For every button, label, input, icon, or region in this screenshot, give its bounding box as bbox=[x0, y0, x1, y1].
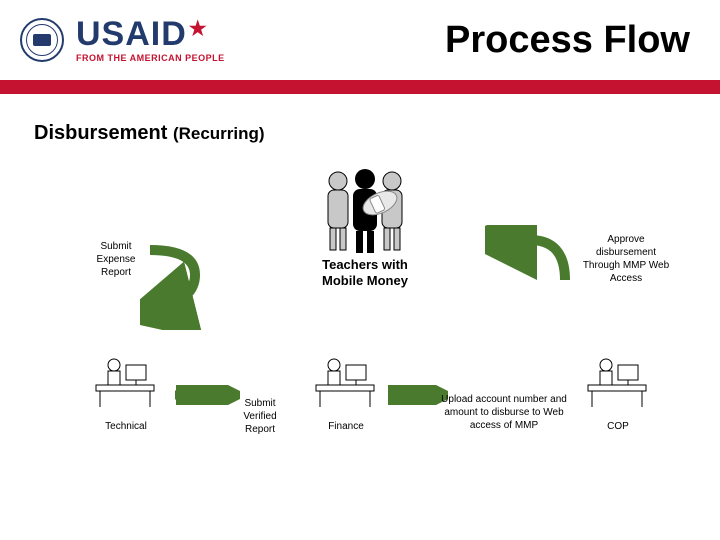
usaid-seal-icon bbox=[20, 18, 64, 62]
logo-text: USAID bbox=[76, 17, 187, 51]
logo-main: USAID★ bbox=[76, 17, 225, 51]
finance-desk-icon bbox=[310, 355, 380, 415]
arrow-approve-icon bbox=[485, 225, 575, 295]
label-approve: Approve disbursement Through MMP Web Acc… bbox=[582, 233, 670, 285]
arrow-upload-icon bbox=[388, 385, 448, 405]
logo-block: USAID★ FROM THE AMERICAN PEOPLE bbox=[76, 17, 225, 63]
cop-desk-icon bbox=[582, 355, 652, 415]
arrow-submit-expense-icon bbox=[140, 240, 210, 330]
role-cop: COP bbox=[600, 421, 636, 432]
label-teachers: Teachers with Mobile Money bbox=[305, 257, 425, 288]
label-submit-verified: Submit Verified Report bbox=[235, 397, 285, 436]
arrow-submit-verified-icon bbox=[170, 385, 240, 405]
page-title: Process Flow bbox=[445, 19, 690, 62]
process-diagram: Submit Expense Report Teachers with Mob bbox=[0, 145, 720, 525]
section-title: Disbursement (Recurring) bbox=[0, 94, 720, 145]
divider-bar bbox=[0, 80, 720, 94]
star-icon: ★ bbox=[189, 19, 208, 39]
role-finance: Finance bbox=[322, 421, 370, 432]
header: USAID★ FROM THE AMERICAN PEOPLE Process … bbox=[0, 0, 720, 80]
label-upload: Upload account number and amount to disb… bbox=[440, 393, 568, 432]
subtitle-main: Disbursement bbox=[34, 122, 173, 144]
subtitle-paren: (Recurring) bbox=[173, 124, 265, 143]
role-technical: Technical bbox=[98, 421, 154, 432]
teachers-group-icon bbox=[310, 165, 420, 255]
label-submit-expense: Submit Expense Report bbox=[86, 240, 146, 279]
logo-tagline: FROM THE AMERICAN PEOPLE bbox=[76, 53, 225, 63]
technical-desk-icon bbox=[90, 355, 160, 415]
